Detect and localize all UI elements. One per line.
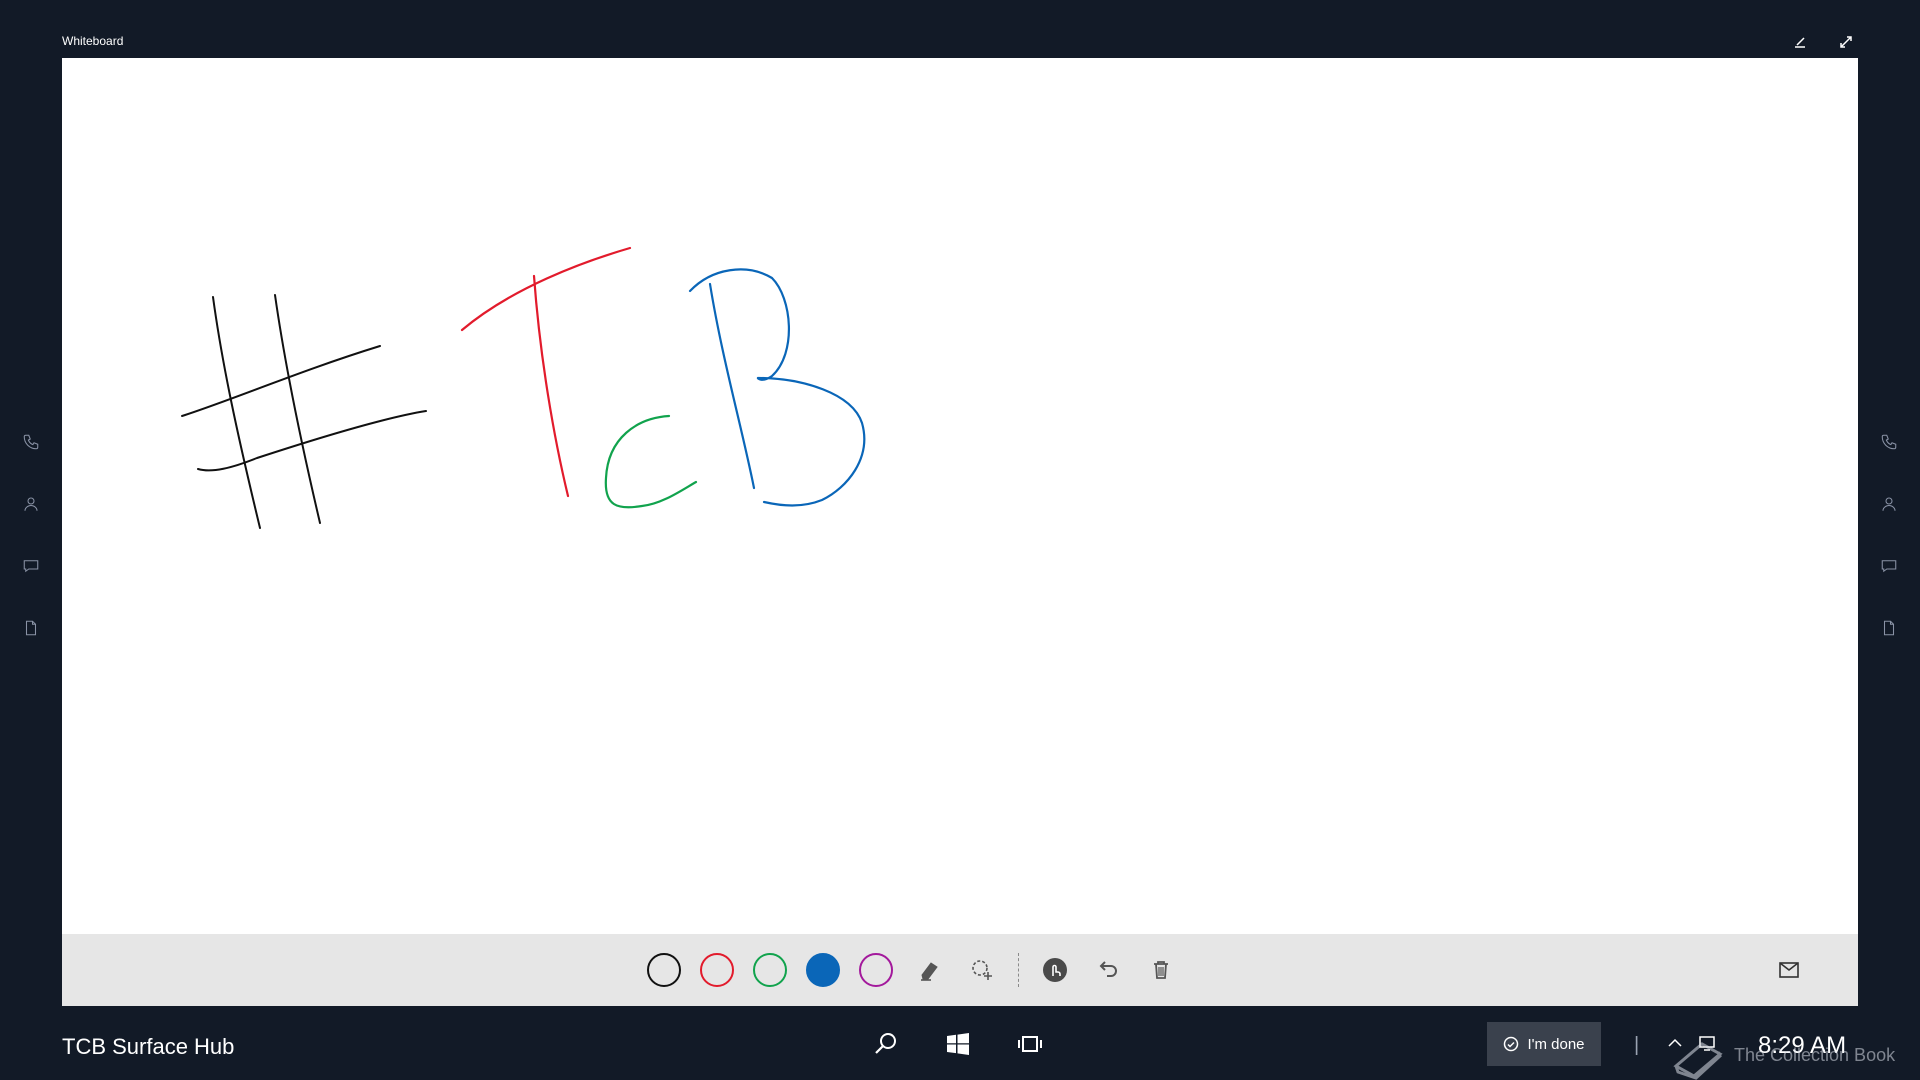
whiteboard-canvas[interactable] <box>62 58 1858 934</box>
T-stroke <box>460 246 632 498</box>
left-chat-button[interactable] <box>9 544 53 588</box>
window-actions <box>1788 30 1858 54</box>
lasso-select-icon <box>972 960 992 980</box>
right-document-button[interactable] <box>1867 606 1911 650</box>
c-stroke-part <box>604 414 698 509</box>
undo-button[interactable] <box>1091 953 1125 987</box>
task-view-icon <box>1018 1036 1042 1052</box>
watermark-text: The Collection Book <box>1734 1044 1896 1065</box>
trash-icon <box>1154 961 1168 979</box>
ink-layer <box>181 246 866 529</box>
document-icon <box>25 620 37 636</box>
document-icon <box>1883 620 1895 636</box>
left-rail <box>0 420 62 668</box>
hash-stroke-part <box>274 294 321 524</box>
eraser-icon <box>921 962 938 981</box>
expand-icon <box>1840 36 1852 48</box>
pen-blue[interactable] <box>806 953 840 987</box>
chat-icon <box>23 560 39 573</box>
check-circle-icon <box>1504 1036 1519 1052</box>
pen-black[interactable] <box>647 953 681 987</box>
ink-tools <box>647 934 1197 1006</box>
minimize-icon <box>1795 37 1805 48</box>
chat-icon <box>1881 560 1897 573</box>
windows-logo-icon <box>947 1033 969 1055</box>
B-stroke-part <box>708 282 756 490</box>
taskbar-buttons <box>870 1028 1046 1060</box>
person-icon <box>1882 497 1896 511</box>
right-people-button[interactable] <box>1867 482 1911 526</box>
search-button[interactable] <box>870 1028 902 1060</box>
share-mail-button[interactable] <box>1774 955 1804 985</box>
hash-stroke-part <box>212 296 261 529</box>
hash-stroke <box>181 294 427 529</box>
watermark: The Collection Book <box>1670 1030 1895 1080</box>
search-icon <box>875 1033 896 1054</box>
phone-icon <box>1881 434 1897 450</box>
toolbar-separator <box>1018 953 1019 987</box>
right-phone-button[interactable] <box>1867 420 1911 464</box>
B-stroke-part <box>688 268 866 507</box>
left-phone-button[interactable] <box>9 420 53 464</box>
im-done-label: I'm done <box>1527 1035 1585 1053</box>
im-done-button[interactable]: I'm done <box>1487 1022 1601 1066</box>
pen-red[interactable] <box>700 953 734 987</box>
touch-icon <box>1043 958 1067 982</box>
ink-toolbar <box>62 934 1858 1006</box>
phone-icon <box>23 434 39 450</box>
start-button[interactable] <box>942 1028 974 1060</box>
right-rail <box>1858 420 1920 668</box>
pen-purple[interactable] <box>859 953 893 987</box>
task-view-button[interactable] <box>1014 1028 1046 1060</box>
window-title: Whiteboard <box>62 34 124 48</box>
hash-stroke-part <box>181 345 381 417</box>
c-stroke <box>604 414 698 509</box>
touch-mode-button[interactable] <box>1038 953 1072 987</box>
undo-icon <box>1099 961 1117 977</box>
pen-green[interactable] <box>753 953 787 987</box>
book-logo-icon <box>1673 1042 1723 1080</box>
left-people-button[interactable] <box>9 482 53 526</box>
taskbar: TCB Surface Hub I'm done | 8:29 AM <box>0 1006 1920 1080</box>
B-stroke <box>688 268 866 507</box>
T-stroke-part <box>532 274 570 498</box>
taskbar-divider: | <box>1634 1034 1640 1056</box>
person-icon <box>24 497 38 511</box>
fullscreen-button[interactable] <box>1834 30 1858 54</box>
T-stroke-part <box>460 246 632 332</box>
right-chat-button[interactable] <box>1867 544 1911 588</box>
clear-all-button[interactable] <box>1144 953 1178 987</box>
screen: Whiteboard TCB Surface Hub I'm done | 8:… <box>0 0 1920 1080</box>
left-document-button[interactable] <box>9 606 53 650</box>
eraser-button[interactable] <box>912 953 946 987</box>
minimize-button[interactable] <box>1788 30 1812 54</box>
hash-stroke-part <box>197 410 427 472</box>
mail-icon <box>1779 962 1799 978</box>
device-name: TCB Surface Hub <box>62 1034 235 1059</box>
lasso-select-button[interactable] <box>965 953 999 987</box>
